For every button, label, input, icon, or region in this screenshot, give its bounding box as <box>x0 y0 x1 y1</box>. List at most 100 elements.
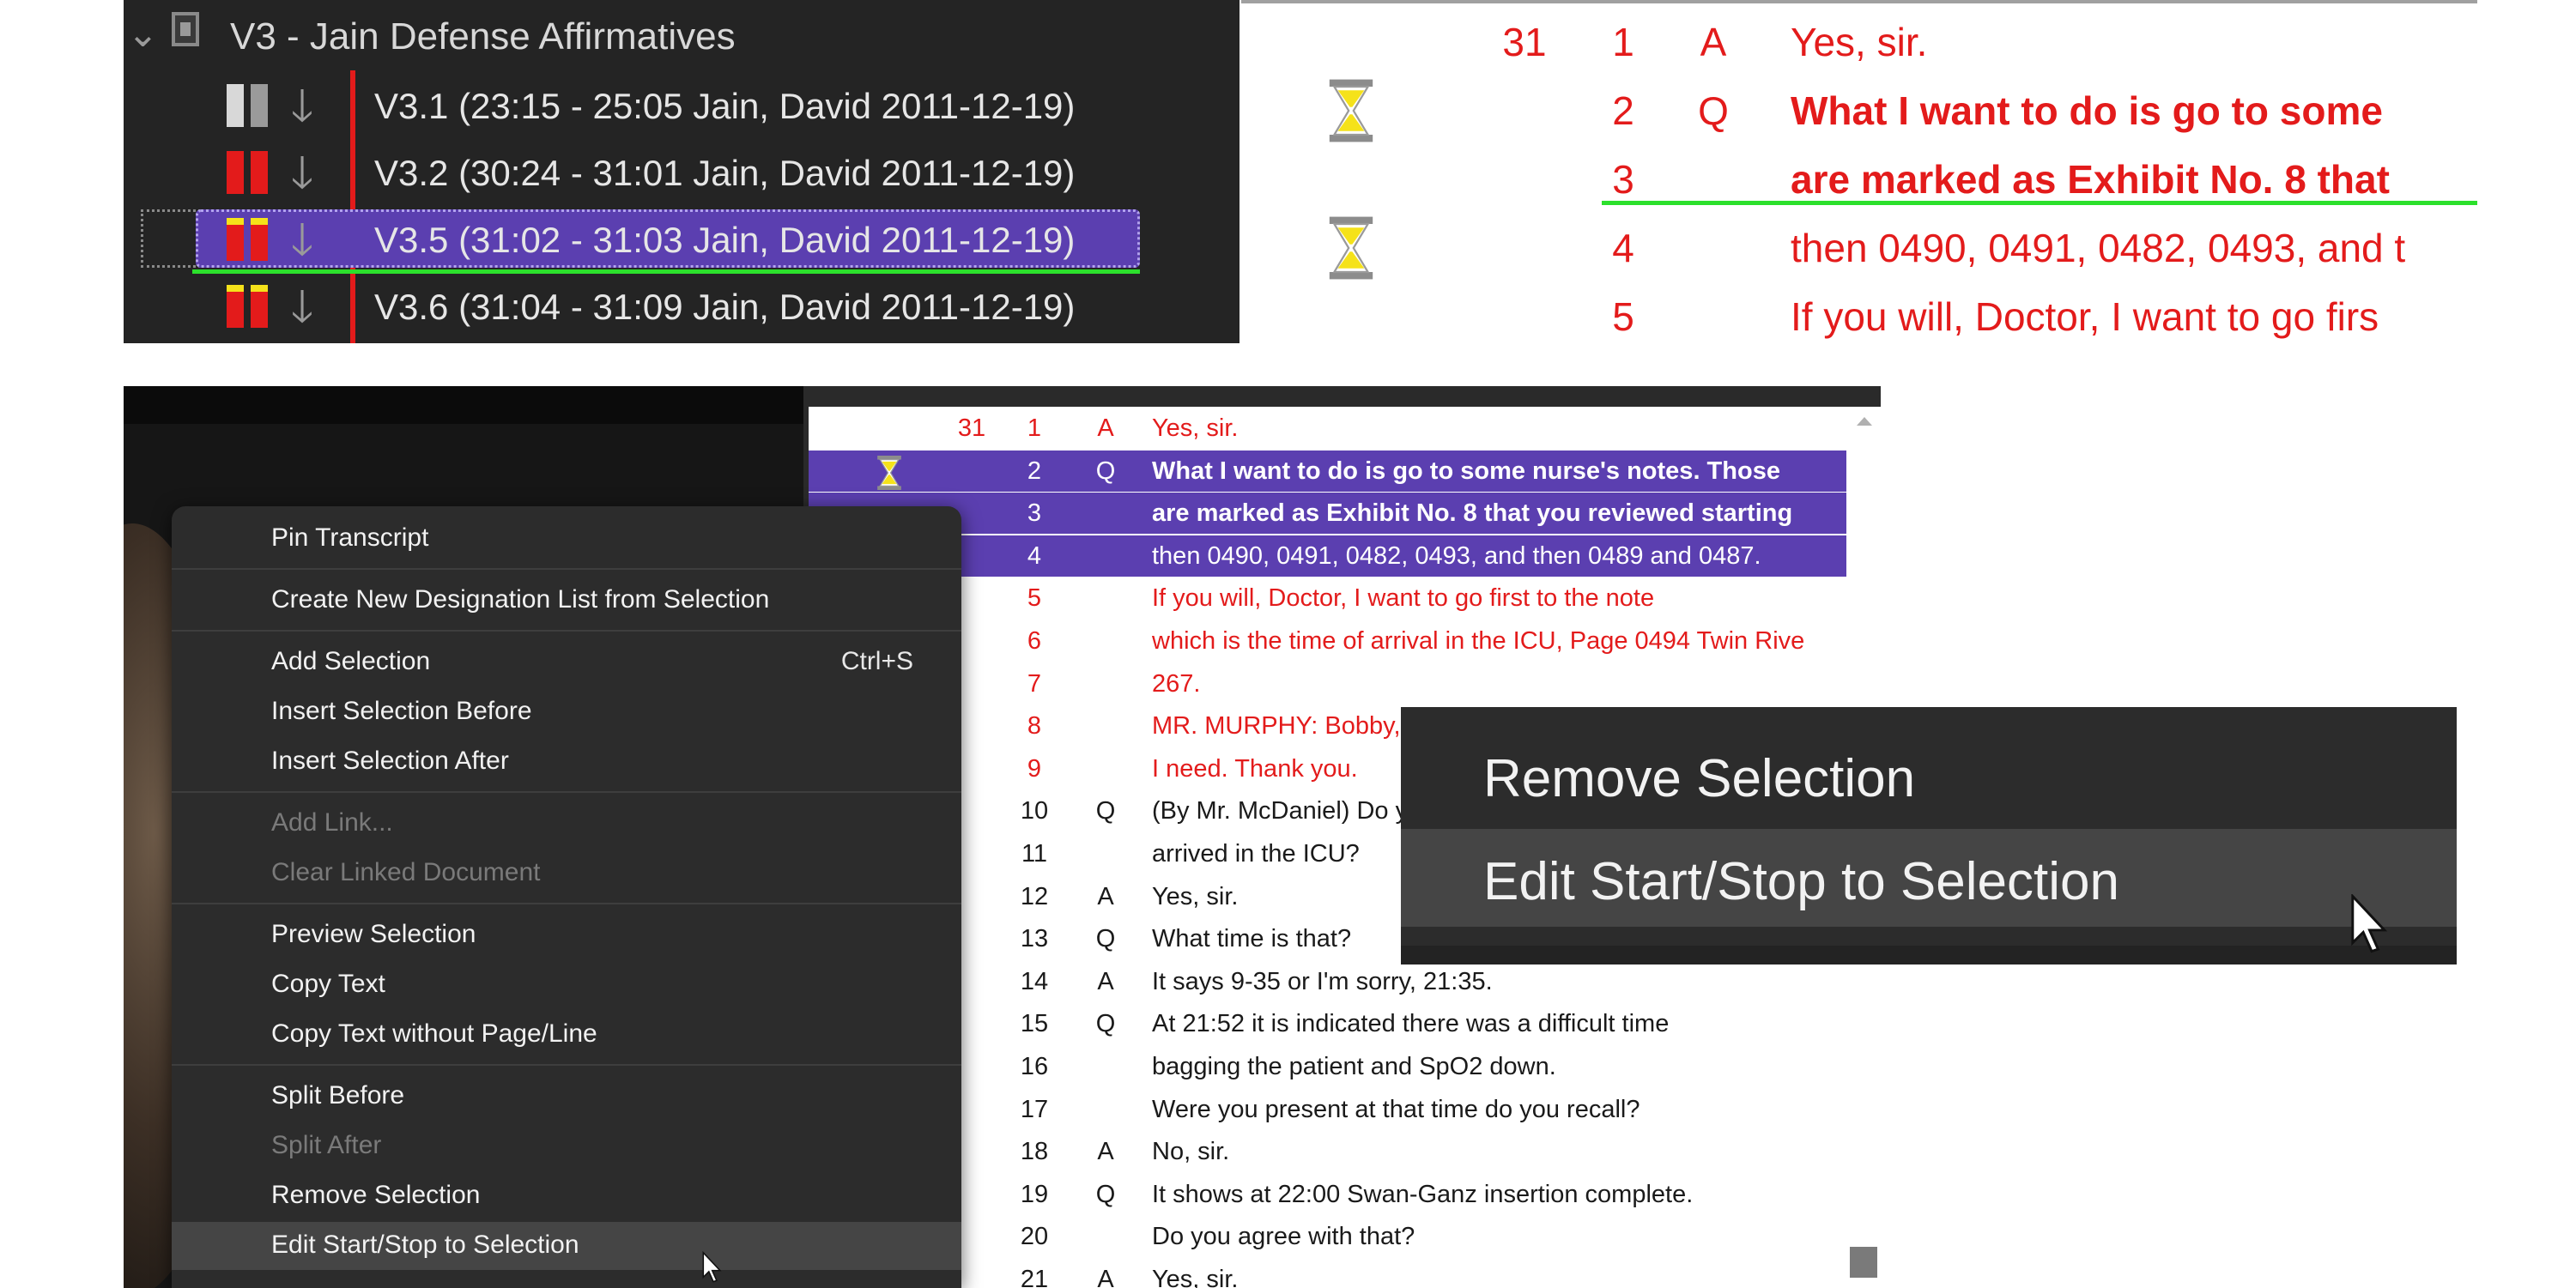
zoom-menu-item-remove-selection[interactable]: Remove Selection <box>1401 726 2457 824</box>
line-number: 7 <box>1027 669 1042 698</box>
tree-clip-row-selected[interactable]: 🡓 V3.5 (31:02 - 31:03 Jain, David 2011-1… <box>124 209 1240 275</box>
designation-tree-zoom: ⌄ V3 - Jain Defense Affirmatives 🡓 V3.1 … <box>124 0 1240 343</box>
menu-separator <box>172 568 961 570</box>
menu-item-label: Copy Text without Page/Line <box>271 1019 597 1048</box>
transcript-row[interactable]: 6 which is the time of arrival in the ICU… <box>809 620 1852 662</box>
line-number: 5 <box>1027 584 1042 613</box>
transcript-zoom-row[interactable]: 3 are marked as Exhibit No. 8 that <box>1241 144 2477 211</box>
transcript-row[interactable]: 21 A Yes, sir. <box>809 1259 1852 1288</box>
transcript-row[interactable]: 31 1 A Yes, sir. <box>809 408 1852 449</box>
line-number: 14 <box>1020 967 1049 995</box>
menu-item-remove-selection[interactable]: Remove Selection <box>172 1172 961 1220</box>
transcript-row[interactable]: 2 Q What I want to do is go to some nurse'… <box>809 450 1852 492</box>
transcript-row[interactable]: 14 A It says 9-35 or I'm sorry, 21:35. <box>809 961 1852 1002</box>
line-number: 3 <box>1612 157 1634 202</box>
transcript-row[interactable]: 15 Q At 21:52 it is indicated there was a … <box>809 1003 1852 1044</box>
clip-bars-icon <box>227 84 270 127</box>
tree-clip-row[interactable]: 🡓 V3.6 (31:04 - 31:09 Jain, David 2011-1… <box>124 276 1240 342</box>
clip-bars-icon <box>227 151 270 194</box>
transcript-text: then 0490, 0491, 0482, 0493, and then 04… <box>1152 541 1761 570</box>
tree-group-row[interactable]: ⌄ V3 - Jain Defense Affirmatives <box>124 0 1240 82</box>
line-number: 8 <box>1027 712 1042 741</box>
transcript-zoom-row[interactable]: 4 then 0490, 0491, 0482, 0493, and t <box>1241 213 2477 280</box>
transcript-row[interactable]: 18 A No, sir. <box>809 1131 1852 1172</box>
transcript-text: At 21:52 it is indicated there was a dif… <box>1152 1010 1670 1038</box>
transcript-text: Do you agree with that? <box>1152 1223 1415 1251</box>
transcript-row[interactable]: 16 bagging the patient and SpO2 down. <box>809 1046 1852 1087</box>
line-number: 3 <box>1027 499 1042 528</box>
menu-item-preview-selection[interactable]: Preview Selection <box>172 911 961 959</box>
line-number: 1 <box>1612 20 1634 64</box>
transcript-text: I need. Thank you. <box>1152 754 1358 783</box>
menu-item-label: Clear Linked Document <box>271 858 541 886</box>
qa-marker: Q <box>1095 1010 1116 1038</box>
zoom-menu-item-edit-start-stop[interactable]: Edit Start/Stop to Selection <box>1401 829 2457 927</box>
line-number: 13 <box>1020 925 1049 953</box>
transcript-text: arrived in the ICU? <box>1152 840 1360 868</box>
transcript-row[interactable]: 3 are marked as Exhibit No. 8 that you re… <box>809 493 1852 535</box>
menu-item-label: Pin Transcript <box>271 523 429 552</box>
clip-bars-icon <box>227 285 270 328</box>
menu-item-insert-selection-before[interactable]: Insert Selection Before <box>172 688 961 736</box>
transcript-text: 267. <box>1152 669 1201 698</box>
line-number: 21 <box>1020 1266 1049 1288</box>
menu-item-insert-selection-after[interactable]: Insert Selection After <box>172 738 961 786</box>
down-arrow-icon[interactable]: 🡓 <box>285 216 319 264</box>
menu-item-create-new-designation-list-from-selection[interactable]: Create New Designation List from Selecti… <box>172 577 961 625</box>
tree-clip-label: V3.2 (30:24 - 31:01 Jain, David 2011-12-… <box>374 153 1076 193</box>
transcript-row[interactable]: 17 Were you present at that time do you r… <box>809 1089 1852 1130</box>
line-number: 5 <box>1612 294 1634 339</box>
tree-clip-row[interactable]: 🡓 V3.2 (30:24 - 31:01 Jain, David 2011-1… <box>124 142 1240 208</box>
qa-marker: Q <box>1095 797 1116 825</box>
transcript-row[interactable]: 7 267. <box>809 663 1852 704</box>
menu-item-label: Split Before <box>271 1081 405 1110</box>
hourglass-icon <box>1329 216 1373 280</box>
expand-chevron-icon[interactable]: ⌄ <box>127 15 159 53</box>
down-arrow-icon[interactable]: 🡓 <box>285 149 319 197</box>
qa-marker: A <box>1097 967 1114 995</box>
transcript-zoom-row[interactable]: 31 1 A Yes, sir. <box>1241 7 2477 74</box>
transcript-row[interactable]: 4 then 0490, 0491, 0482, 0493, and then 0… <box>809 535 1852 577</box>
scroll-thumb[interactable] <box>1850 1247 1877 1278</box>
line-number: 4 <box>1612 226 1634 270</box>
transcript-text: No, sir. <box>1152 1138 1230 1166</box>
menu-item-shortcut: Ctrl+S <box>840 647 913 675</box>
qa-marker: A <box>1097 414 1114 442</box>
menu-item-edit-start-stop-to-selection[interactable]: Edit Start/Stop to Selection <box>172 1222 961 1270</box>
hourglass-icon <box>877 455 901 490</box>
menu-item-label: Add Link... <box>271 808 393 837</box>
transcript-text: If you will, Doctor, I want to go firs <box>1791 294 2379 339</box>
menu-item-pin-transcript[interactable]: Pin Transcript <box>172 515 961 563</box>
menu-item-copy-text-without-page-line[interactable]: Copy Text without Page/Line <box>172 1011 961 1059</box>
down-arrow-icon[interactable]: 🡓 <box>285 82 319 130</box>
line-number: 19 <box>1020 1180 1049 1208</box>
mouse-cursor-icon <box>702 1251 722 1283</box>
transcript-text: which is the time of arrival in the ICU,… <box>1152 627 1805 655</box>
transcript-row[interactable]: 19 Q It shows at 22:00 Swan-Ganz insertion… <box>809 1174 1852 1215</box>
transcript-text: If you will, Doctor, I want to go first … <box>1152 584 1655 613</box>
qa-marker: Q <box>1698 88 1729 133</box>
transcript-text: Yes, sir. <box>1152 882 1239 910</box>
down-arrow-icon[interactable]: 🡓 <box>285 283 319 331</box>
line-number: 18 <box>1020 1138 1049 1166</box>
menu-item-split-before[interactable]: Split Before <box>172 1073 961 1121</box>
line-number: 2 <box>1027 457 1042 485</box>
menu-item-add-link: Add Link... <box>172 800 961 848</box>
scroll-up-icon[interactable] <box>1857 417 1872 426</box>
transcript-text: Yes, sir. <box>1791 20 1928 64</box>
transcript-text: What time is that? <box>1152 925 1352 953</box>
menu-separator <box>172 1064 961 1066</box>
transcript-row[interactable]: 5 If you will, Doctor, I want to go first… <box>809 577 1852 619</box>
line-number: 17 <box>1020 1095 1049 1123</box>
menu-item-add-selection[interactable]: Add Selection Ctrl+S <box>172 638 961 686</box>
line-number: 10 <box>1020 797 1049 825</box>
tree-clip-row[interactable]: 🡓 V3.1 (23:15 - 25:05 Jain, David 2011-1… <box>124 76 1240 141</box>
transcript-row[interactable]: 20 Do you agree with that? <box>809 1216 1852 1257</box>
menu-item-copy-text[interactable]: Copy Text <box>172 961 961 1009</box>
transcript-text: It says 9-35 or I'm sorry, 21:35. <box>1152 967 1493 995</box>
transcript-zoom-row[interactable]: 5 If you will, Doctor, I want to go firs <box>1241 281 2477 343</box>
transcript-text: Yes, sir. <box>1152 414 1239 442</box>
transcript-zoom-row[interactable]: 2 Q What I want to do is go to some <box>1241 76 2477 142</box>
line-number: 9 <box>1027 754 1042 783</box>
menu-item-label: Preview Selection <box>271 920 476 948</box>
